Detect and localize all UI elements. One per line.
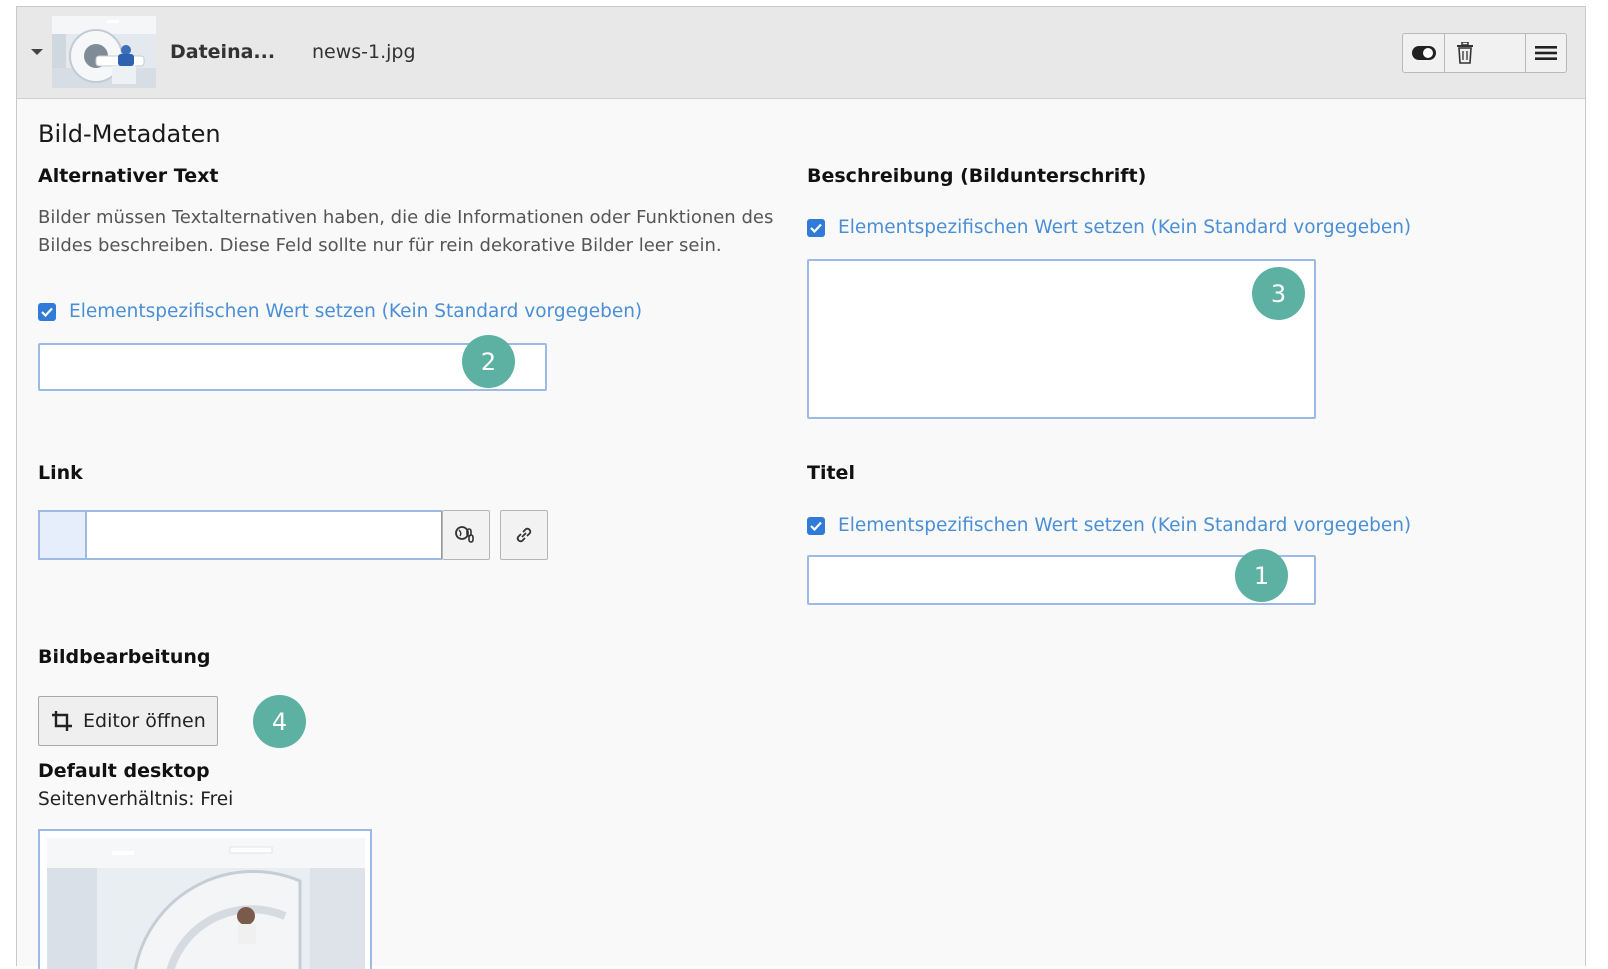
description-override-label: Elementspezifischen Wert setzen (Kein St…: [838, 217, 1412, 238]
open-editor-button[interactable]: Editor öffnen: [38, 696, 218, 746]
crop-variant-title: Default desktop: [38, 760, 210, 782]
title-label: Titel: [807, 462, 855, 484]
toggle-visibility-icon: [1411, 46, 1436, 60]
panel-header[interactable]: Dateina... news-1.jpg: [17, 7, 1585, 99]
callout-badge-2: 2: [462, 335, 515, 388]
callout-badge-3: 3: [1252, 267, 1305, 320]
chain-link-icon: [516, 527, 532, 543]
image-editing-label: Bildbearbeitung: [38, 646, 211, 668]
alt-text-override-label: Elementspezifischen Wert setzen (Kein St…: [69, 301, 643, 322]
description-label: Beschreibung (Bildunterschrift): [807, 165, 1147, 187]
alt-text-override-checkbox[interactable]: Elementspezifischen Wert setzen (Kein St…: [38, 301, 642, 322]
hamburger-menu-icon: [1535, 46, 1557, 60]
link-input[interactable]: [85, 510, 442, 560]
checkbox-checked-icon: [807, 516, 825, 535]
section-title: Bild-Metadaten: [38, 120, 221, 148]
crop-icon: [52, 711, 72, 731]
header-secondary-actions: [1484, 33, 1567, 73]
alt-text-description: Bilder müssen Textalternativen haben, di…: [38, 207, 774, 256]
title-override-checkbox[interactable]: Elementspezifischen Wert setzen (Kein St…: [807, 515, 1411, 536]
file-title: Dateina...: [170, 41, 276, 63]
crop-preview-image: [38, 829, 372, 969]
file-reference-panel: Dateina... news-1.jpg Bild-Metadaten Alt…: [16, 6, 1586, 969]
delete-button[interactable]: [1444, 34, 1485, 72]
aspect-ratio-text: Seitenverhältnis: Frei: [38, 789, 234, 810]
link-button[interactable]: [500, 510, 548, 560]
alt-text-label: Alternativer Text: [38, 165, 219, 187]
link-browser-icon: [455, 526, 474, 543]
open-editor-label: Editor öffnen: [83, 710, 206, 732]
description-textarea[interactable]: [807, 259, 1316, 419]
link-type-indicator: [38, 510, 86, 560]
empty-action-button[interactable]: [1484, 34, 1525, 72]
checkbox-checked-icon: [38, 302, 56, 321]
title-override-label: Elementspezifischen Wert setzen (Kein St…: [838, 515, 1412, 536]
callout-badge-1: 1: [1235, 549, 1288, 602]
callout-badge-4: 4: [253, 695, 306, 748]
toggle-visibility-button[interactable]: [1403, 34, 1444, 72]
description-override-checkbox[interactable]: Elementspezifischen Wert setzen (Kein St…: [807, 217, 1411, 238]
drag-menu-button[interactable]: [1525, 34, 1566, 72]
file-name: news-1.jpg: [312, 41, 416, 63]
header-actions: [1402, 33, 1486, 73]
image-thumbnail: [52, 16, 156, 88]
link-label: Link: [38, 462, 83, 484]
collapse-toggle-icon[interactable]: [29, 42, 45, 58]
trash-icon: [1457, 42, 1473, 64]
checkbox-checked-icon: [807, 218, 825, 237]
link-browser-button[interactable]: [442, 510, 490, 560]
